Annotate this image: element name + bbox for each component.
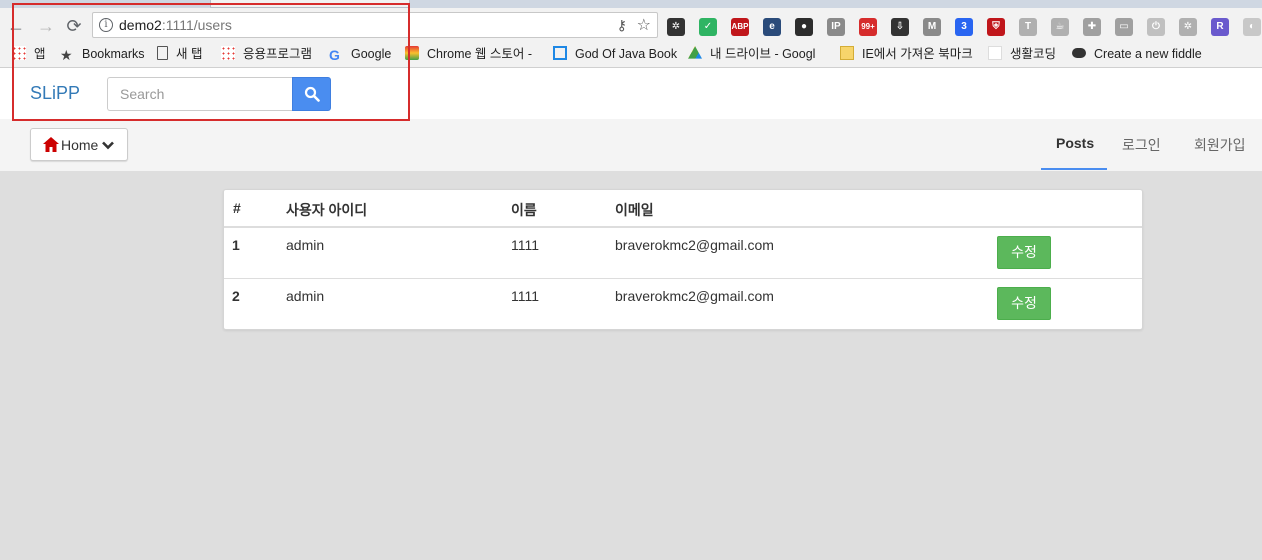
table-row: 1 admin 1111 braverokmc2@gmail.com 수정 <box>224 226 1142 277</box>
e-icon[interactable]: e <box>763 18 781 36</box>
shield-check-icon[interactable]: ✓ <box>699 18 717 36</box>
sub-navbar: Home Posts 로그인 회원가입 <box>0 119 1262 171</box>
home-label: Home <box>61 137 99 153</box>
bookmark-item[interactable]: God Of Java Book <box>553 46 677 62</box>
download-icon[interactable]: ⇩ <box>891 18 909 36</box>
cell-number: 2 <box>232 288 240 304</box>
folder-icon <box>840 46 854 60</box>
bookmark-label: Chrome 웹 스토어 - <box>427 47 533 61</box>
cell-email: braverokmc2@gmail.com <box>615 288 774 304</box>
notification-icon[interactable]: 99+ <box>859 18 877 36</box>
annotation-highlight-box <box>12 3 410 121</box>
col-header-number: # <box>233 200 241 216</box>
cell-number: 1 <box>232 237 240 253</box>
cell-name: 1111 <box>511 237 540 253</box>
table-row: 2 admin 1111 braverokmc2@gmail.com 수정 <box>224 278 1142 329</box>
home-dropdown-button[interactable]: Home <box>30 128 128 161</box>
person-icon[interactable]: ● <box>795 18 813 36</box>
bookmark-label: 생활코딩 <box>1010 47 1057 61</box>
gear-icon[interactable]: ✲ <box>667 18 685 36</box>
chevron-down-icon <box>102 141 114 150</box>
settings-icon[interactable]: ✲ <box>1179 18 1197 36</box>
bookmark-item[interactable]: IE에서 가져온 북마크 <box>840 46 973 62</box>
bookmark-item[interactable]: 생활코딩 <box>988 46 1056 62</box>
java-icon[interactable]: ☕ <box>1051 18 1069 36</box>
edit-button[interactable]: 수정 <box>997 287 1051 320</box>
bookmark-label: 내 드라이브 - Googl <box>710 47 816 61</box>
card-icon[interactable]: ▭ <box>1115 18 1133 36</box>
bookmark-item[interactable]: Chrome 웹 스토어 - <box>405 46 532 62</box>
cloud-icon <box>1072 48 1086 58</box>
mail-icon[interactable]: M <box>923 18 941 36</box>
active-tab-indicator <box>1041 168 1107 170</box>
power-icon[interactable]: ⏻ <box>1147 18 1165 36</box>
col-header-user-id: 사용자 아이디 <box>286 202 368 218</box>
blank-page-icon <box>988 46 1002 60</box>
bookmark-label: IE에서 가져온 북마크 <box>862 47 973 61</box>
cell-user-id: admin <box>286 237 325 253</box>
nav-login[interactable]: 로그인 <box>1122 135 1161 155</box>
bookmark-star-icon[interactable]: ☆ <box>637 15 651 35</box>
users-table: # 사용자 아이디 이름 이메일 1 admin 1111 braverokmc… <box>223 189 1143 330</box>
cell-name: 1111 <box>511 288 540 304</box>
page: SLiPP Home Posts 로그인 회원가입 # 사용자 아이디 이름 이… <box>0 68 1262 560</box>
col-header-name: 이름 <box>511 202 537 218</box>
adblock-icon[interactable]: ABP <box>731 18 749 36</box>
bookmark-item[interactable]: 내 드라이브 - Googl <box>688 46 815 62</box>
cell-user-id: admin <box>286 288 325 304</box>
bookmark-label: Create a new fiddle <box>1094 47 1202 61</box>
home-icon <box>43 137 59 152</box>
t-icon[interactable]: T <box>1019 18 1037 36</box>
drive-icon <box>688 46 702 59</box>
col-header-email: 이메일 <box>615 202 654 218</box>
round-icon[interactable]: ◐ <box>1243 18 1261 36</box>
key-icon[interactable]: ⚷ <box>617 17 627 34</box>
r-icon[interactable]: R <box>1211 18 1229 36</box>
ip-icon[interactable]: IP <box>827 18 845 36</box>
cell-email: braverokmc2@gmail.com <box>615 237 774 253</box>
edit-button[interactable]: 수정 <box>997 236 1051 269</box>
nav-signup[interactable]: 회원가입 <box>1194 135 1246 155</box>
bookmark-label: God Of Java Book <box>575 47 678 61</box>
css3-icon[interactable]: 3 <box>955 18 973 36</box>
bookmark-item[interactable]: Create a new fiddle <box>1072 46 1202 62</box>
puzzle-icon[interactable]: ✚ <box>1083 18 1101 36</box>
nav-posts[interactable]: Posts <box>1056 135 1094 151</box>
security-shield-icon[interactable]: ⛨ <box>987 18 1005 36</box>
book-icon <box>553 46 567 60</box>
